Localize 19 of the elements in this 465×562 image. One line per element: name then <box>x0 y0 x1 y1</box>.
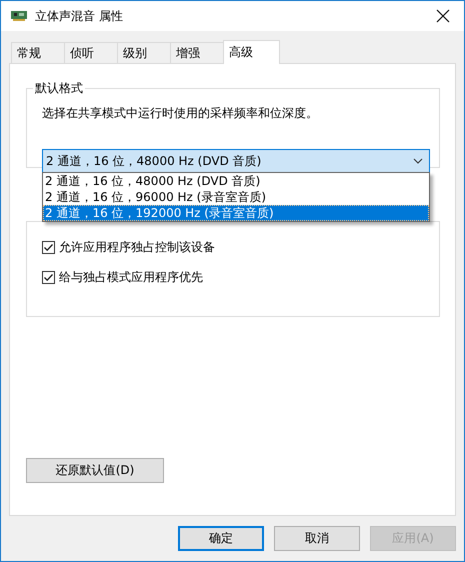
checkbox[interactable] <box>42 241 55 254</box>
dropdown-option[interactable]: 2 通道，16 位，96000 Hz (录音室音质) <box>43 189 429 205</box>
dialog-button[interactable]: 确定 <box>178 526 264 551</box>
restore-defaults-button[interactable]: 还原默认值(D) <box>26 458 164 483</box>
dialog-button[interactable]: 取消 <box>274 526 360 551</box>
checkbox[interactable] <box>42 271 55 284</box>
tab[interactable]: 高级 <box>223 40 280 64</box>
tab[interactable]: 常规 <box>11 42 65 63</box>
chevron-down-icon <box>413 158 423 164</box>
sound-card-icon <box>11 11 27 21</box>
window-title: 立体声混音 属性 <box>35 8 124 24</box>
format-dropdown[interactable]: 2 通道，16 位，48000 Hz (DVD 音质) <box>42 149 430 173</box>
checkbox-label[interactable]: 允许应用程序独占控制该设备 <box>59 239 215 256</box>
dropdown-option[interactable]: 2 通道，16 位，48000 Hz (DVD 音质) <box>43 173 429 189</box>
dropdown-option[interactable]: 2 通道，16 位，192000 Hz (录音室音质) <box>43 205 429 221</box>
group-title: 默认格式 <box>33 81 85 95</box>
checkbox-label[interactable]: 给与独占模式应用程序优先 <box>59 269 203 286</box>
description-text: 选择在共享模式中运行时使用的采样频率和位深度。 <box>42 105 319 121</box>
close-icon[interactable] <box>436 9 450 23</box>
